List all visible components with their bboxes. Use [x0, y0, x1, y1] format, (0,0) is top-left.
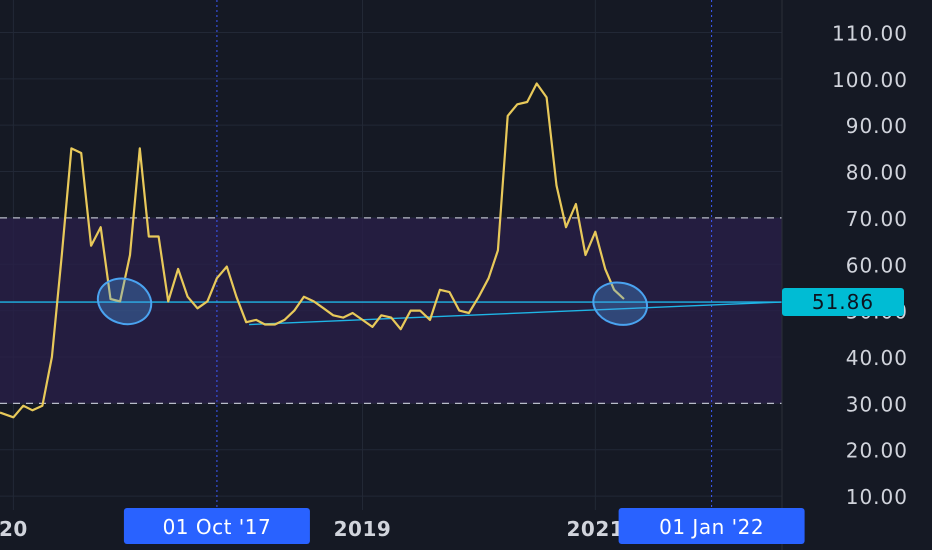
y-tick-label: 80.00 [846, 161, 908, 185]
y-tick-label: 100.00 [832, 68, 908, 92]
x-tick-label: 2019 [334, 517, 392, 541]
x-tick-label: 20 [0, 517, 28, 541]
x-tick-label: 2021 [567, 517, 625, 541]
crosshair-label-text: 01 Jan '22 [659, 515, 764, 539]
y-tick-label: 90.00 [846, 114, 908, 138]
y-tick-label: 70.00 [846, 207, 908, 231]
y-tick-label: 110.00 [832, 21, 908, 45]
last-value-text: 51.86 [812, 290, 874, 314]
y-tick-label: 40.00 [846, 346, 908, 370]
y-tick-label: 20.00 [846, 439, 908, 463]
rsi-chart[interactable]: 110.00100.0090.0080.0070.0060.0050.0040.… [0, 0, 932, 550]
y-tick-label: 30.00 [846, 392, 908, 416]
y-tick-label: 60.00 [846, 253, 908, 277]
crosshair-label-text: 01 Oct '17 [163, 515, 272, 539]
y-tick-label: 10.00 [846, 485, 908, 509]
last-value-marker: 51.86 [782, 288, 904, 317]
